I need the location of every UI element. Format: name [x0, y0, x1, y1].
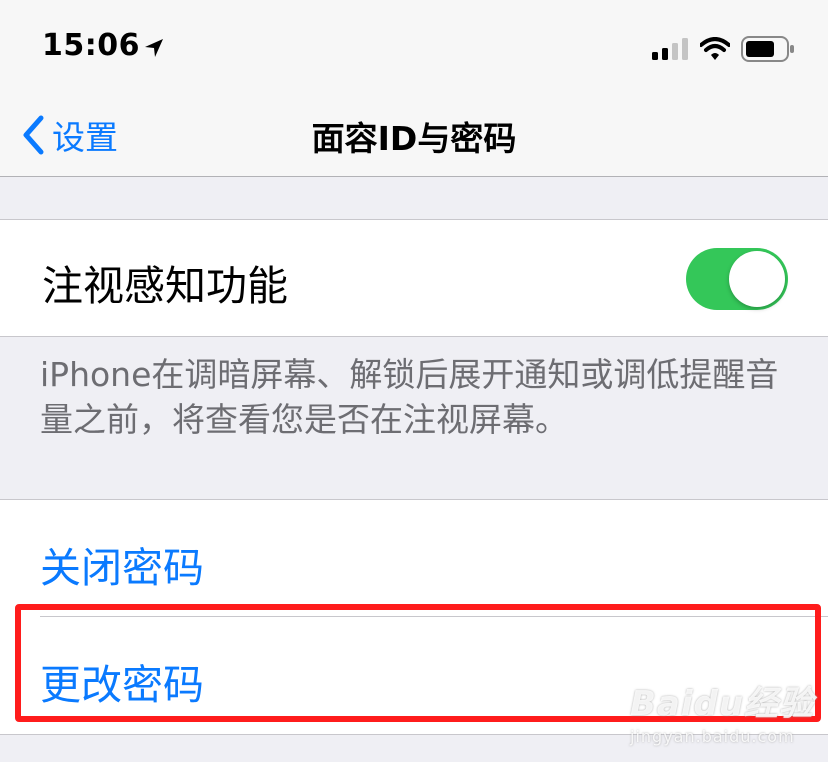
baidu-watermark: Baidu经验 jingyan.baidu.com — [630, 676, 814, 746]
cellular-signal-icon — [652, 38, 688, 60]
page-title: 面容ID与密码 — [311, 119, 517, 158]
status-bar: 15:06 — [0, 0, 828, 96]
wifi-icon — [700, 37, 730, 60]
attention-aware-toggle[interactable] — [686, 248, 788, 310]
location-arrow-icon — [145, 39, 163, 57]
toggle-knob — [729, 251, 785, 307]
change-passcode-label: 更改密码 — [40, 661, 204, 709]
turn-passcode-off-label: 关闭密码 — [40, 544, 204, 592]
attention-aware-row: 注视感知功能 — [0, 219, 828, 337]
watermark-logo: Baidu经验 — [630, 684, 815, 724]
status-time: 15:06 — [42, 28, 140, 63]
turn-passcode-off-button[interactable]: 关闭密码 — [0, 500, 828, 616]
watermark-url: jingyan.baidu.com — [630, 727, 795, 746]
attention-aware-label: 注视感知功能 — [42, 262, 288, 310]
attention-aware-description: iPhone在调暗屏幕、解锁后展开通知或调低提醒音量之前，将查看您是否在注视屏幕… — [40, 355, 779, 439]
navigation-bar: 设置 面容ID与密码 — [0, 96, 828, 177]
battery-icon — [741, 36, 794, 62]
